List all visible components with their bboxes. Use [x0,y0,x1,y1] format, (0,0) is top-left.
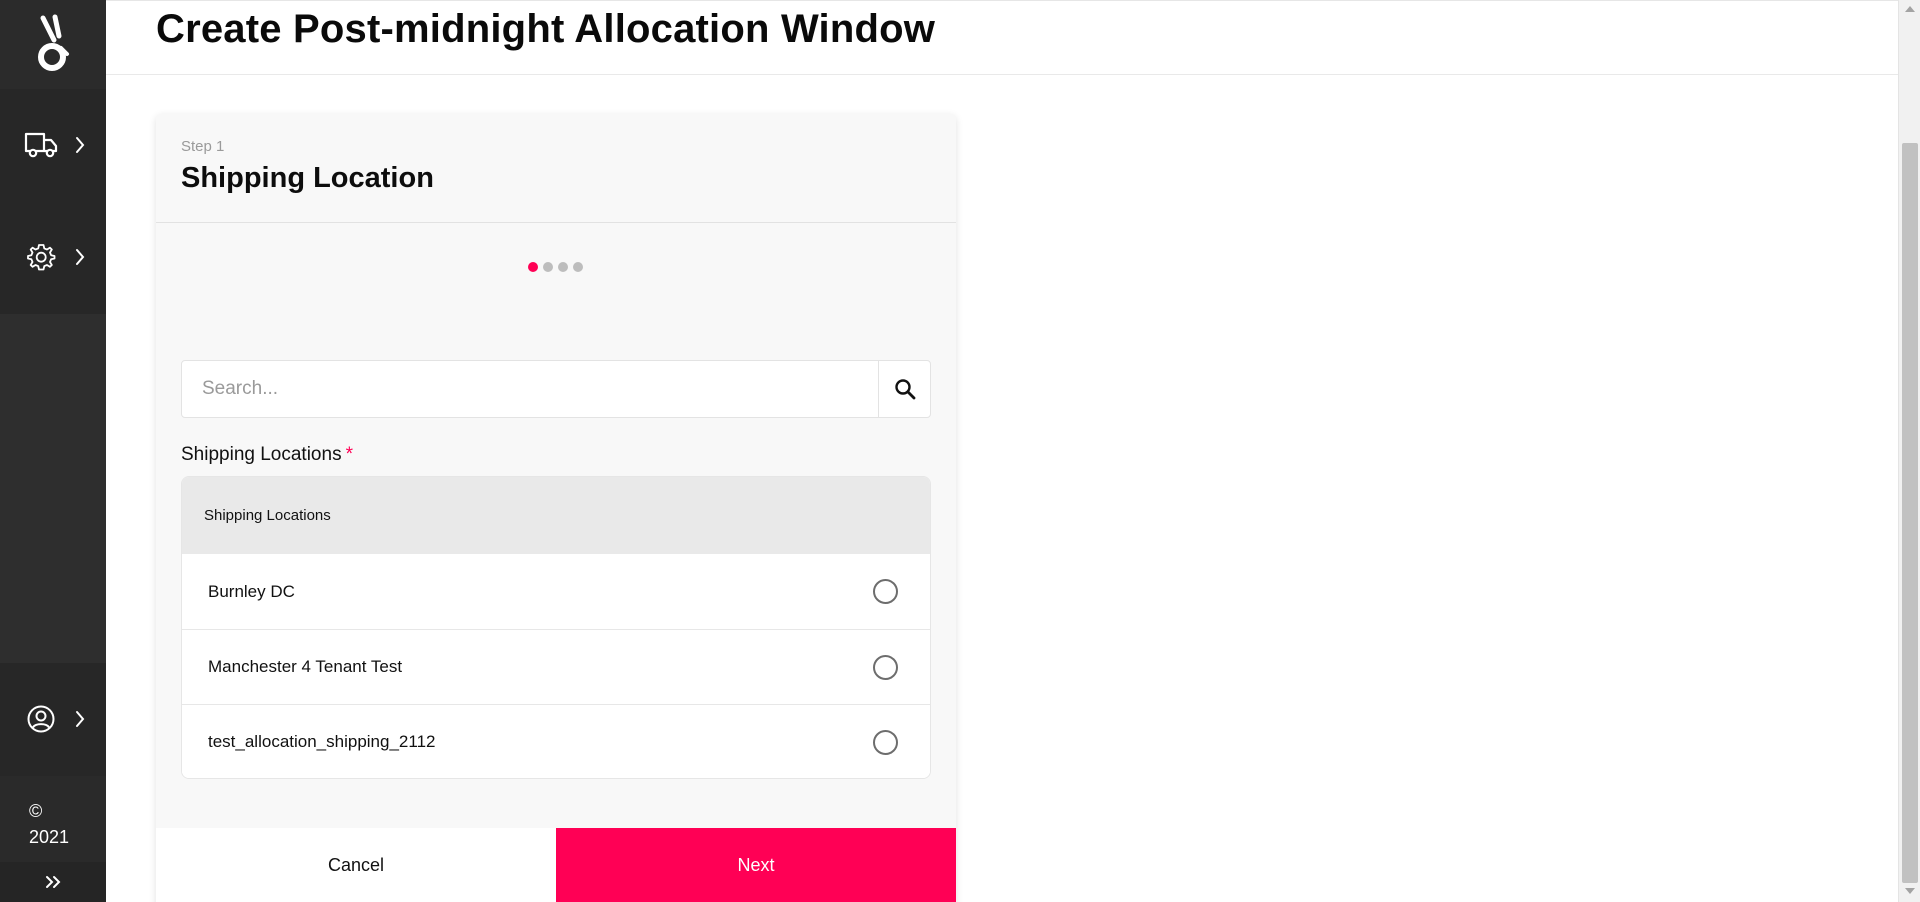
scrollbar-thumb[interactable] [1902,143,1918,883]
copyright: © 2021 [0,776,106,862]
sidebar-item-settings[interactable] [0,217,106,297]
user-icon [24,702,58,736]
card-header: Step 1 Shipping Location [156,114,956,223]
location-radio[interactable] [873,579,898,604]
sidebar-account [0,663,106,776]
expand-sidebar-button[interactable] [0,862,106,902]
search-icon [894,379,915,400]
cancel-button[interactable]: Cancel [156,828,556,902]
list-item[interactable]: test_allocation_shipping_2112 [182,704,930,778]
double-chevron-right-icon [46,876,61,888]
search-box [181,360,931,418]
location-name: Manchester 4 Tenant Test [208,657,403,676]
gear-icon [24,240,58,274]
list-item[interactable]: Burnley DC [182,554,930,629]
sidebar-item-account[interactable] [0,679,106,759]
location-name: Burnley DC [208,581,295,601]
copyright-symbol: © [29,801,43,821]
brand-logo-icon [38,14,69,71]
list-item[interactable]: Manchester 4 Tenant Test [182,629,930,704]
page-title: Create Post-midnight Allocation Window [156,7,936,51]
truck-icon [24,128,58,162]
list-header: Shipping Locations [182,477,930,554]
step-dot [558,262,568,272]
next-button[interactable]: Next [556,828,956,902]
field-label: Shipping Locations * [181,444,353,466]
sidebar-nav [0,89,106,314]
search-button[interactable] [878,361,930,417]
shipping-location-list: Shipping Locations Burnley DC Manchester… [181,476,931,779]
location-name: test_allocation_shipping_2112 [208,732,436,751]
required-marker: * [345,444,353,465]
copyright-year: 2021 [29,827,70,847]
search-input[interactable] [182,361,877,417]
chevron-right-icon [72,134,88,156]
sidebar: © 2021 [0,0,106,902]
step-title: Shipping Location [181,162,434,194]
step-dot [528,262,538,272]
scroll-up-arrow-icon[interactable] [1905,6,1915,12]
chevron-right-icon [72,246,88,268]
step-progress [528,262,583,272]
field-label-text: Shipping Locations [181,444,342,465]
scroll-down-arrow-icon[interactable] [1905,888,1915,894]
step-label: Step 1 [181,138,225,155]
page-scrollbar[interactable] [1898,0,1920,902]
location-radio[interactable] [873,655,898,680]
step-dot [573,262,583,272]
wizard-card: Step 1 Shipping Location Shipping Locati… [156,114,956,902]
page-header: Create Post-midnight Allocation Window [106,0,1898,75]
location-radio[interactable] [873,730,898,755]
chevron-right-icon [72,708,88,730]
sidebar-item-shipping[interactable] [0,105,106,185]
logo[interactable] [0,0,106,89]
step-dot [543,262,553,272]
